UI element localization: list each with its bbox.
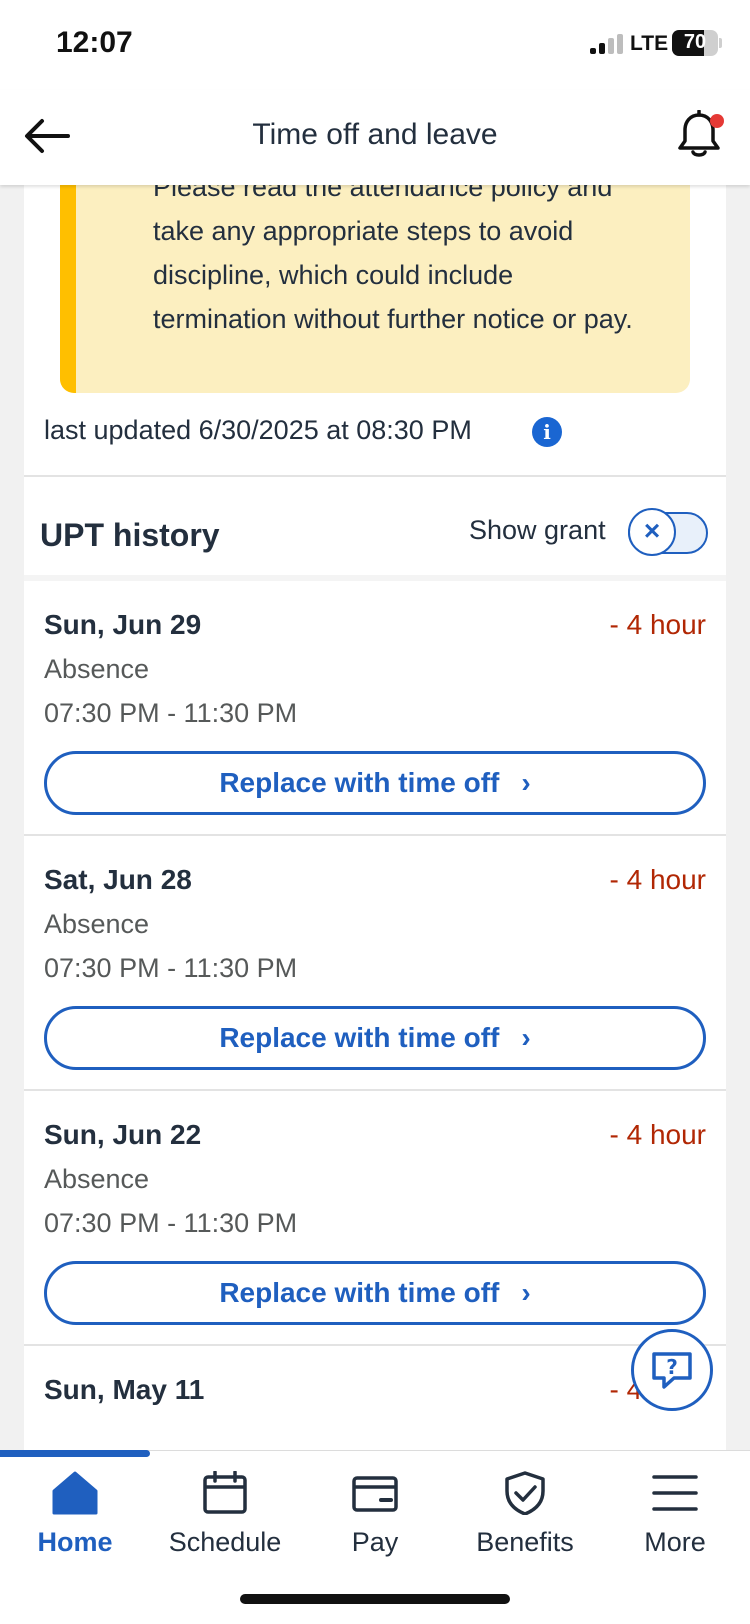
signal-icon [590, 34, 624, 54]
show-grant-toggle[interactable]: × [628, 508, 708, 556]
info-icon[interactable]: i [532, 417, 562, 447]
chevron-right-icon: › [521, 1022, 531, 1053]
entry-type: Absence [44, 1164, 150, 1194]
battery-level: 70 [683, 31, 707, 53]
battery-icon: 70 [672, 30, 718, 56]
status-bar: 12:07 LTE 70 [0, 0, 750, 90]
upt-entry: Sun, Jun 22 - 4 hour Absence 07:30 PM - … [24, 1091, 726, 1346]
status-time: 12:07 [56, 26, 133, 59]
show-grant-label: Show grant [469, 515, 606, 545]
entry-type: Absence [44, 909, 150, 939]
nav-pay[interactable]: Pay [300, 1471, 450, 1561]
last-updated: last updated 6/30/2025 at 08:30 PM [44, 415, 472, 445]
nav-schedule[interactable]: Schedule [150, 1471, 300, 1561]
menu-icon [652, 1475, 698, 1511]
entry-time: 07:30 PM - 11:30 PM [44, 698, 298, 728]
chevron-right-icon: › [521, 1277, 531, 1308]
replace-with-time-off-button[interactable]: Replace with time off › [44, 751, 706, 815]
help-chat-button[interactable]: ? [631, 1329, 713, 1411]
upt-entry: Sat, Jun 28 - 4 hour Absence 07:30 PM - … [24, 836, 726, 1091]
entry-date: Sun, Jun 29 [44, 609, 202, 640]
toggle-off-icon: × [628, 508, 676, 556]
nav-benefits-label: Benefits [476, 1527, 574, 1557]
nav-home-label: Home [37, 1527, 113, 1557]
wallet-icon [352, 1476, 398, 1512]
entry-type: Absence [44, 654, 150, 684]
active-tab-indicator [0, 1450, 150, 1457]
entry-time: 07:30 PM - 11:30 PM [44, 1208, 298, 1238]
entry-hours: - 4 hour [609, 609, 707, 640]
entry-hours: - 4 hour [609, 1119, 707, 1150]
upt-panel: Please read the attendance policy and ta… [24, 185, 726, 1450]
shield-check-icon [505, 1471, 545, 1515]
app-header: Time off and leave [0, 90, 750, 185]
entry-date: Sat, Jun 28 [44, 864, 192, 895]
chevron-right-icon: › [521, 767, 531, 798]
network-type: LTE [630, 32, 669, 55]
entry-hours: - 4 hour [609, 864, 707, 895]
page-title: Time off and leave [252, 118, 498, 151]
nav-pay-label: Pay [351, 1527, 399, 1557]
calendar-icon [203, 1471, 247, 1514]
replace-with-time-off-button[interactable]: Replace with time off › [44, 1261, 706, 1325]
entry-date: Sun, May 11 [44, 1374, 205, 1405]
nav-more[interactable]: More [600, 1471, 750, 1561]
attendance-notice: Please read the attendance policy and ta… [60, 185, 690, 393]
nav-home[interactable]: Home [0, 1471, 150, 1561]
home-icon [52, 1471, 98, 1515]
section-title: UPT history [40, 517, 220, 553]
nav-more-label: More [644, 1527, 706, 1557]
nav-benefits[interactable]: Benefits [450, 1471, 600, 1561]
svg-text:?: ? [666, 1355, 678, 1379]
notification-badge [710, 114, 724, 128]
upt-entry: Sun, May 11 - 4 hour [24, 1346, 726, 1450]
replace-with-time-off-button[interactable]: Replace with time off › [44, 1006, 706, 1070]
nav-schedule-label: Schedule [168, 1527, 282, 1557]
entry-date: Sun, Jun 22 [44, 1119, 202, 1150]
notice-text: Please read the attendance policy and ta… [153, 185, 633, 334]
upt-entry: Sun, Jun 29 - 4 hour Absence 07:30 PM - … [24, 581, 726, 836]
home-indicator [240, 1594, 510, 1604]
entry-time: 07:30 PM - 11:30 PM [44, 953, 298, 983]
help-chat-icon: ? [652, 1352, 692, 1389]
